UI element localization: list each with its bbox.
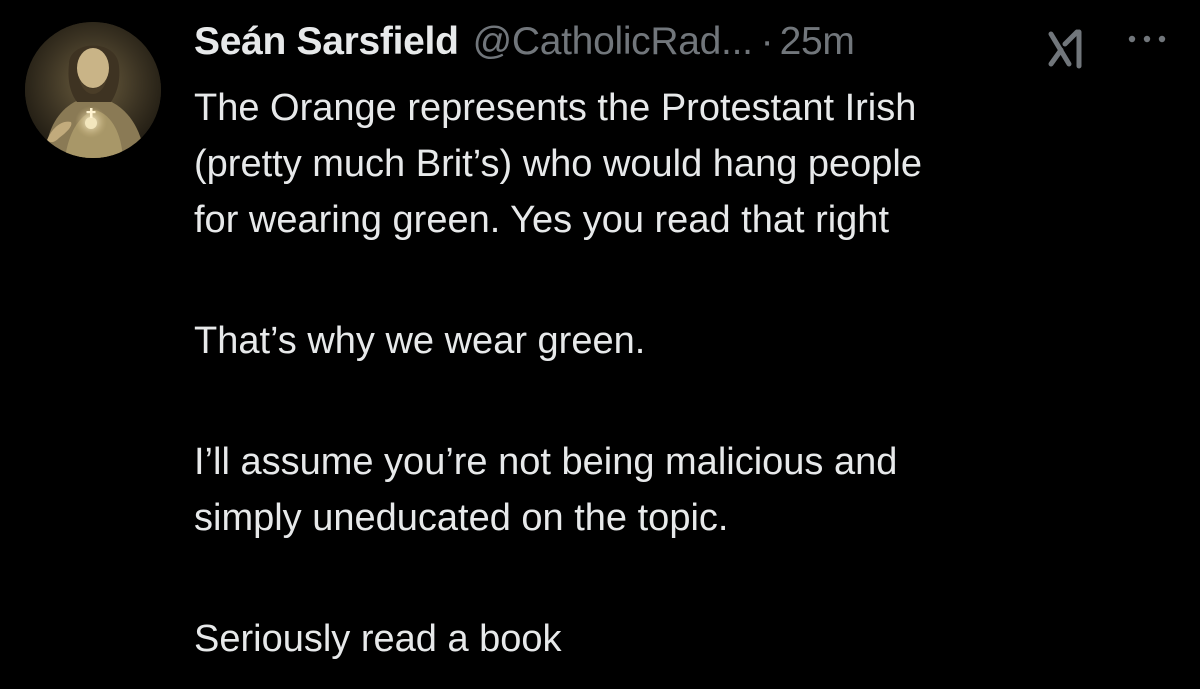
- tweet-text-line: That’s why we wear green.: [194, 320, 646, 362]
- user-handle[interactable]: @CatholicRad...: [473, 20, 753, 64]
- tweet-text-line: simply uneducated on the topic.: [194, 497, 729, 539]
- tweet-text-line: (pretty much Brit’s) who would hang peop…: [194, 143, 923, 185]
- sacred-heart-avatar-icon: [25, 22, 161, 158]
- tweet[interactable]: Seán Sarsfield @CatholicRad... · 25m The…: [0, 0, 1200, 689]
- tweet-text-line: The Orange represents the Protestant Iri…: [194, 87, 917, 129]
- tweet-header: Seán Sarsfield @CatholicRad... · 25m: [194, 16, 855, 68]
- tweet-text-line: for wearing green. Yes you read that rig…: [194, 199, 890, 241]
- timestamp[interactable]: 25m: [780, 20, 855, 64]
- more-horizontal-icon[interactable]: [1125, 32, 1169, 46]
- avatar[interactable]: [25, 22, 161, 158]
- tweet-text-line: Seriously read a book: [194, 618, 562, 660]
- tweet-text: The Orange represents the Protestant Iri…: [194, 80, 1174, 667]
- separator-dot: ·: [760, 20, 774, 63]
- display-name[interactable]: Seán Sarsfield: [194, 20, 459, 64]
- tweet-text-line: I’ll assume you’re not being malicious a…: [194, 441, 898, 483]
- grok-icon[interactable]: [1043, 26, 1093, 72]
